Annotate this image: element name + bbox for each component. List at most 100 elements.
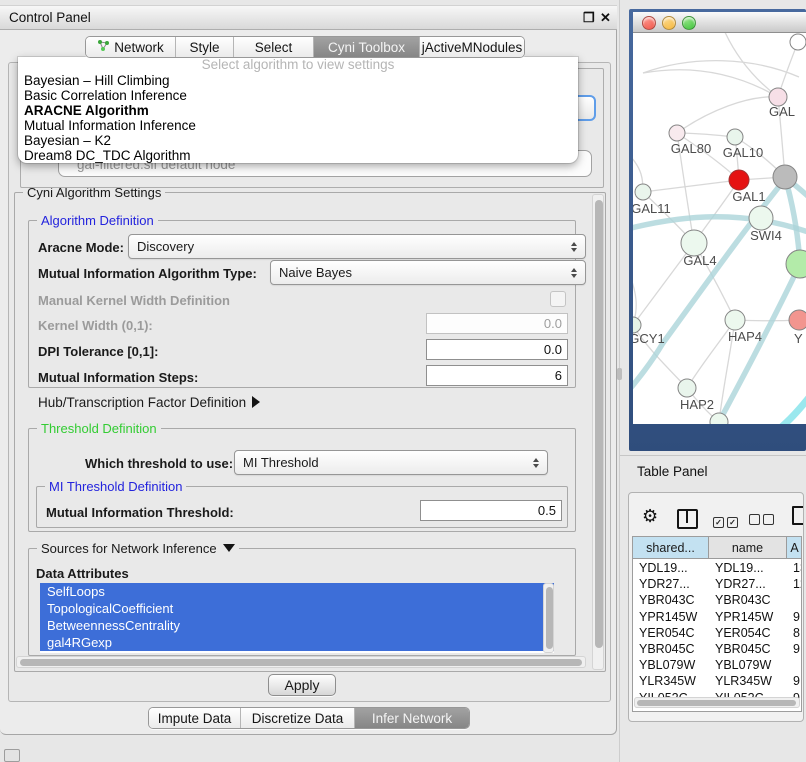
table-horizontal-scrollbar[interactable] [634,697,800,708]
table-cell[interactable]: YLR345W [715,673,772,689]
table-cell[interactable]: 9. [793,641,802,657]
dpi-tolerance-label: DPI Tolerance [0,1]: [38,344,158,359]
tab-impute-data[interactable]: Impute Data [149,708,241,728]
table-cell[interactable]: YBL079W [715,657,771,673]
panel-divider [619,0,620,762]
float-window-icon[interactable]: ❒ [583,10,595,26]
kernel-width-field[interactable] [426,313,568,334]
algorithm-dropdown-popup: Select algorithm to view settings Bayesi… [18,57,578,163]
divider-grip[interactable] [617,368,622,380]
table-cell[interactable]: YLR345W [639,673,696,689]
manual-kernel-checkbox[interactable] [550,291,566,307]
network-node-gal80[interactable] [669,125,685,141]
table-cell[interactable]: YDR27... [639,576,690,592]
network-node[interactable] [786,250,806,278]
attributes-scrollbar-thumb[interactable] [546,587,553,649]
algorithm-option-bayesian-k2[interactable]: Bayesian – K2 [18,133,578,148]
mi-steps-field[interactable] [426,365,568,386]
collapsed-arrow-icon [252,396,260,408]
network-node-y[interactable] [789,310,806,330]
table-cell[interactable]: YDL19... [715,560,764,576]
close-traffic-light-icon[interactable] [642,16,656,30]
settings-vertical-scrollbar-thumb[interactable] [595,200,603,648]
table-cell[interactable]: YBR045C [715,641,771,657]
select-all-checkboxes-icon[interactable]: ✓✓ [713,512,741,530]
table-cell[interactable]: YER054C [639,625,695,641]
network-node-hap2[interactable] [678,379,696,397]
network-window-titlebar[interactable] [633,12,806,33]
algorithm-option-aracne-algorithm[interactable]: ARACNE Algorithm [18,103,578,118]
attribute-item-topologicalcoefficient[interactable]: TopologicalCoefficient [40,600,554,617]
settings-horizontal-scrollbar[interactable] [16,656,586,668]
attribute-item-gal4rgexp[interactable]: gal4RGexp [40,634,554,651]
table-cell[interactable]: YPR145W [715,609,773,625]
hub-definition-toggle[interactable]: Hub/Transcription Factor Definition [38,395,260,410]
settings-horizontal-scrollbar-thumb[interactable] [20,659,582,666]
sources-group-title[interactable]: Sources for Network Inference [37,541,239,556]
tab-jactivemnodules[interactable]: jActiveMNodules [420,37,524,57]
tab-network[interactable]: Network [86,37,176,57]
network-node-gal11[interactable] [635,184,651,200]
which-threshold-combo[interactable]: MI Threshold [234,450,548,475]
column-header-shared[interactable]: shared... [633,537,709,559]
dpi-tolerance-field[interactable] [426,339,568,360]
tab-infer-network[interactable]: Infer Network [355,708,469,728]
table-cell[interactable]: 9. [793,609,802,625]
table-cell[interactable]: YBL079W [639,657,695,673]
columns-icon[interactable] [677,509,698,529]
table-cell[interactable]: 12 [793,576,802,592]
algorithm-option-mutual-information-inference[interactable]: Mutual Information Inference [18,118,578,133]
tab-style[interactable]: Style [176,37,234,57]
table-cell[interactable]: YPR145W [639,609,697,625]
minimize-traffic-light-icon[interactable] [662,16,676,30]
aracne-mode-combo[interactable]: Discovery [128,234,586,259]
table-cell[interactable]: YDR27... [715,576,766,592]
table-cell[interactable]: YBR043C [715,592,771,608]
network-node[interactable] [773,165,797,189]
stepper-icon [533,458,539,468]
network-canvas[interactable]: GALGAL80GAL10GAL1GAL11SWI4GAL4GCY1HAP4YH… [633,33,806,424]
table-horizontal-scrollbar-thumb[interactable] [637,700,796,706]
network-node[interactable] [790,34,806,50]
tab-select[interactable]: Select [234,37,314,57]
tab-discretize-data[interactable]: Discretize Data [241,708,355,728]
attribute-item-selfloops[interactable]: SelfLoops [40,583,554,600]
network-edge [769,395,806,424]
tab-cyni-toolbox[interactable]: Cyni Toolbox [314,37,420,57]
network-graph: GALGAL80GAL10GAL1GAL11SWI4GAL4GCY1HAP4YH… [633,33,806,424]
table-cell[interactable]: YBR045C [639,641,695,657]
apply-button[interactable]: Apply [268,674,336,696]
network-node-hap4[interactable] [725,310,745,330]
network-node-swi4[interactable] [749,206,773,230]
tab-label: Discretize Data [252,711,344,726]
table-cell[interactable]: 13 [793,560,802,576]
table-cell[interactable]: 9. [793,673,802,689]
table-cell[interactable]: YER054C [715,625,771,641]
kernel-width-label: Kernel Width (0,1): [38,318,153,333]
table-cell[interactable]: YDL19... [639,560,688,576]
network-edge [713,264,800,424]
tab-label: Network [114,40,164,55]
network-edge [677,133,735,137]
mi-threshold-field[interactable] [420,500,562,521]
algorithm-option-bayesian-hill-climbing[interactable]: Bayesian – Hill Climbing [18,73,578,88]
column-header-name[interactable]: name [709,537,787,559]
settings-vertical-scrollbar[interactable] [592,194,604,670]
attribute-item-betweennesscentrality[interactable]: BetweennessCentrality [40,617,554,634]
gear-icon[interactable]: ⚙ [642,506,658,527]
algorithm-option-basic-correlation-inference[interactable]: Basic Correlation Inference [18,88,578,103]
table-cell[interactable]: 8. [793,625,802,641]
zoom-traffic-light-icon[interactable] [682,16,696,30]
algorithm-option-dream8-dc-tdc-algorithm[interactable]: Dream8 DC_TDC Algorithm [18,148,578,163]
attributes-scrollbar[interactable] [543,583,554,653]
network-node-gal10[interactable] [727,129,743,145]
column-header-a[interactable]: A [787,537,802,559]
collapsed-panel-icon[interactable] [4,749,20,762]
file-icon[interactable] [792,506,804,525]
table-cell[interactable]: YBR043C [639,592,695,608]
close-icon[interactable]: ✕ [600,10,611,26]
deselect-all-checkboxes-icon[interactable] [749,512,777,530]
tab-label: Select [255,40,293,55]
mi-type-combo[interactable]: Naive Bayes [270,260,586,285]
network-node-gal1[interactable] [729,170,749,190]
